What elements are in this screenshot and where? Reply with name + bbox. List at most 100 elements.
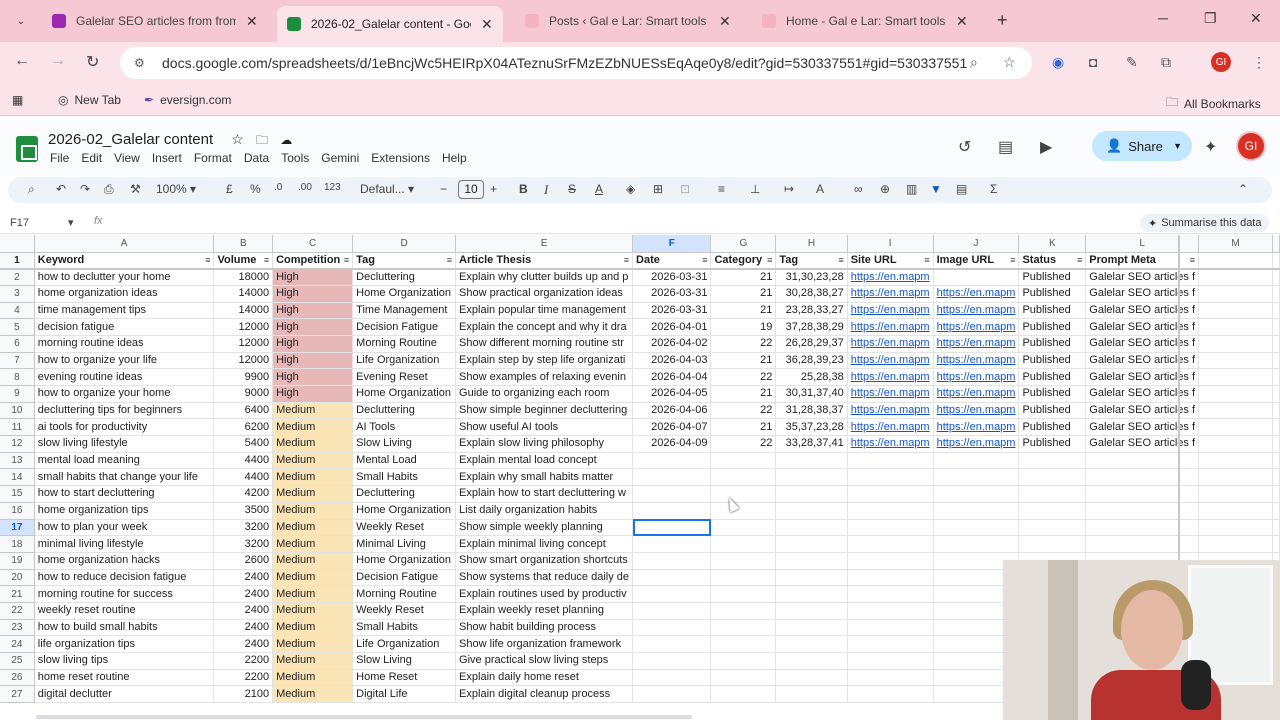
cell-kw[interactable]: life organization tips [34, 635, 215, 653]
currency-button[interactable]: £ [226, 182, 233, 196]
cell-date[interactable]: 2026-04-06 [632, 402, 712, 420]
horizontal-scrollbar[interactable] [36, 715, 692, 719]
cell-img[interactable] [933, 452, 1020, 470]
filter-icon[interactable]: ≡ [838, 253, 843, 267]
header-cell[interactable]: Category ≡ [710, 252, 777, 270]
cell-vol[interactable]: 4400 [213, 468, 274, 487]
cell-thesis[interactable]: Show useful AI tools [455, 418, 634, 437]
cell-comp[interactable]: Medium [272, 418, 354, 437]
cell-vol[interactable]: 2200 [213, 669, 274, 687]
cell-tag[interactable]: Slow Living [352, 435, 457, 453]
cell-thesis[interactable]: Show simple beginner decluttering [455, 402, 634, 420]
cell-kw[interactable]: mental load meaning [34, 452, 215, 470]
cell-comp[interactable]: High [272, 352, 354, 370]
cell-site[interactable]: https://en.mapm [847, 302, 934, 320]
cell-site[interactable]: https://en.mapm [847, 385, 934, 403]
cell-vol[interactable]: 9000 [213, 385, 274, 403]
star-icon[interactable]: ☆ [231, 131, 244, 147]
paint-format-icon[interactable]: ⚒ [130, 182, 141, 196]
cell-tag[interactable]: Morning Routine [352, 585, 457, 603]
cell-thesis[interactable]: Show systems that reduce daily de [455, 569, 634, 587]
cell-tag2[interactable] [775, 468, 848, 487]
cell-tag2[interactable] [775, 602, 848, 620]
chevron-down-icon[interactable]: ▼ [1173, 141, 1182, 151]
empty-cell[interactable] [1198, 502, 1273, 520]
cell-date[interactable] [632, 585, 712, 603]
cell-meta[interactable]: Galelar SEO articles f [1085, 352, 1200, 370]
cell-tag2[interactable] [775, 652, 848, 670]
empty-cell[interactable] [1198, 268, 1273, 286]
cell-status[interactable]: Published [1018, 268, 1087, 286]
menu-data[interactable]: Data [244, 151, 269, 165]
column-header-c[interactable]: C [272, 235, 354, 253]
header-cell[interactable]: Tag ≡ [352, 252, 457, 270]
cell-vol[interactable]: 2400 [213, 619, 274, 637]
cell-tag2[interactable] [775, 552, 848, 570]
column-header-f[interactable]: F [632, 235, 712, 253]
menu-file[interactable]: File [50, 151, 69, 165]
cell-tag2[interactable]: 30,31,37,40 [775, 385, 848, 403]
empty-cell[interactable] [1198, 318, 1273, 336]
cell-comp[interactable]: Medium [272, 535, 354, 553]
cell-site[interactable]: https://en.mapm [847, 318, 934, 336]
cell-site[interactable]: https://en.mapm [847, 402, 934, 420]
font-select[interactable]: Defaul... ▾ [360, 182, 414, 196]
cell-vol[interactable]: 2200 [213, 652, 274, 670]
column-header-a[interactable]: A [34, 235, 215, 253]
cell-tag2[interactable] [775, 502, 848, 520]
cell-thesis[interactable]: Show practical organization ideas [455, 285, 634, 303]
password-manager-icon[interactable]: ◉ [1052, 54, 1064, 71]
cell-thesis[interactable]: Explain daily home reset [455, 669, 634, 687]
cell-tag[interactable]: Minimal Living [352, 535, 457, 553]
cell-meta[interactable]: Galelar SEO articles f [1085, 402, 1200, 420]
empty-cell[interactable] [1198, 385, 1273, 403]
cell-meta[interactable]: Galelar SEO articles f [1085, 268, 1200, 286]
address-bar[interactable]: ⚙ docs.google.com/spreadsheets/d/1eBncjW… [120, 47, 1032, 79]
cell-cat[interactable]: 21 [710, 418, 777, 437]
filter-icon[interactable]: ≡ [447, 253, 452, 267]
empty-cell[interactable] [1198, 352, 1273, 370]
cell-thesis[interactable]: Explain why clutter builds up and p [455, 268, 634, 286]
cell-cat[interactable] [710, 519, 777, 537]
cell-date[interactable] [632, 519, 712, 537]
header-cell[interactable]: Article Thesis ≡ [455, 252, 634, 270]
cell-meta[interactable]: Galelar SEO articles f [1085, 318, 1200, 336]
filter-icon[interactable]: ≡ [344, 253, 349, 267]
cell-img[interactable]: https://en.mapm [933, 318, 1020, 336]
cell-comp[interactable]: Medium [272, 485, 354, 503]
cell-cat[interactable] [710, 468, 777, 487]
cell-vol[interactable]: 6400 [213, 402, 274, 420]
empty-cell[interactable] [1198, 368, 1273, 386]
cell-vol[interactable]: 5400 [213, 435, 274, 453]
browser-menu-icon[interactable]: ⋮ [1252, 54, 1266, 71]
column-header-l[interactable]: L [1085, 235, 1200, 253]
close-icon[interactable]: ✕ [481, 16, 493, 33]
row-number[interactable]: 26 [0, 669, 35, 687]
cell-vol[interactable]: 9900 [213, 368, 274, 386]
cell-vol[interactable]: 14000 [213, 285, 274, 303]
cell-vol[interactable]: 3200 [213, 519, 274, 537]
insert-chart-icon[interactable]: ▥ [906, 182, 917, 196]
cell-date[interactable] [632, 602, 712, 620]
cell-site[interactable] [847, 619, 934, 637]
cell-kw[interactable]: how to declutter your home [34, 268, 215, 286]
tab-search-icon[interactable]: ⌄ [10, 10, 32, 32]
cell-date[interactable]: 2026-04-03 [632, 352, 712, 370]
cell-status[interactable]: Published [1018, 402, 1087, 420]
cell-meta[interactable]: Galelar SEO articles f [1085, 302, 1200, 320]
cell-tag[interactable]: Weekly Reset [352, 519, 457, 537]
cell-meta[interactable] [1085, 468, 1200, 487]
cell-thesis[interactable]: Explain popular time management [455, 302, 634, 320]
cell-site[interactable] [847, 485, 934, 503]
cell-status[interactable]: Published [1018, 418, 1087, 437]
empty-cell[interactable] [1272, 352, 1280, 370]
cell-tag[interactable]: Life Organization [352, 635, 457, 653]
bookmark-star-icon[interactable]: ☆ [1003, 54, 1016, 71]
merge-cells-icon[interactable]: ⊡ [680, 182, 690, 196]
empty-cell[interactable] [1272, 285, 1280, 303]
empty-cell[interactable] [1198, 452, 1273, 470]
empty-cell[interactable] [1198, 335, 1273, 353]
cell-cat[interactable] [710, 669, 777, 687]
cell-vol[interactable]: 4200 [213, 485, 274, 503]
filter-icon[interactable]: ≡ [924, 253, 929, 267]
